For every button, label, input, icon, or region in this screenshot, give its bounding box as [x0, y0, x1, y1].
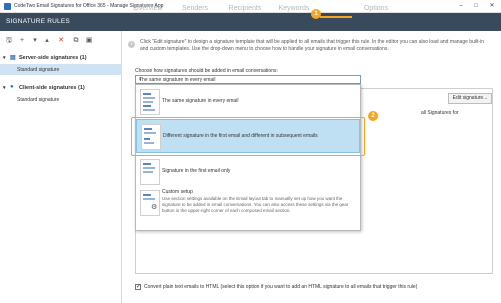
step-badge-1: 1 — [311, 9, 321, 19]
rule-item-client-standard[interactable]: Standard signature — [0, 94, 122, 105]
tab-recipients[interactable]: Recipients — [220, 0, 270, 18]
rule-label: Standard signature — [17, 67, 60, 73]
app-icon — [4, 3, 11, 10]
tab-senders[interactable]: Senders — [175, 0, 215, 18]
step-badge-2: 2 — [368, 111, 378, 121]
tab-keywords[interactable]: Keywords — [272, 0, 316, 18]
gear-icon: ⚙ — [151, 204, 158, 211]
collapse-arrow-icon: ▾ — [3, 55, 6, 61]
option-label: Signature in the first email only — [162, 168, 231, 174]
tab-overview[interactable]: Overview — [128, 0, 168, 18]
convert-plain-text-label: Convert plain text emails to HTML (selec… — [144, 284, 418, 290]
option-custom-setup[interactable]: ⚙ Custom setup Use section settings avai… — [136, 188, 360, 228]
tab-design[interactable]: Design — [320, 0, 352, 18]
conversation-select[interactable]: The same signature in every email ▾ — [135, 75, 361, 84]
option-description: Use section settings available on the Em… — [162, 196, 349, 213]
maximize-button[interactable]: □ — [471, 2, 481, 11]
group-label: Server-side signatures (1) — [19, 55, 87, 61]
layout-thumbnail-icon — [140, 89, 160, 115]
conversation-label: Choose how signatures should be added in… — [135, 68, 278, 74]
copy-icon[interactable]: ⧉ — [72, 37, 80, 44]
sidebar-header: SIGNATURE RULES — [0, 13, 122, 31]
view-icon[interactable]: ▣ — [85, 37, 93, 44]
collapse-arrow-icon: ▾ — [3, 85, 6, 91]
move-up-icon[interactable]: ▴ — [43, 37, 51, 44]
option-same-signature[interactable]: The same signature in every email — [136, 86, 360, 116]
chevron-down-icon: ▾ — [139, 77, 142, 83]
rule-item-server-standard[interactable]: Standard signature — [0, 64, 122, 75]
info-icon: i — [128, 41, 135, 48]
add-icon[interactable]: + — [18, 37, 26, 44]
close-button[interactable]: ✕ — [487, 2, 497, 11]
move-down-icon[interactable]: ▾ — [31, 37, 39, 44]
convert-plain-text-checkbox[interactable] — [135, 283, 141, 290]
minimize-button[interactable]: – — [456, 2, 466, 11]
option-label: Custom setup — [162, 189, 193, 195]
layout-thumbnail-icon: ⚙ — [140, 190, 160, 216]
highlight-box — [131, 117, 365, 156]
save-icon[interactable]: 🖫 — [5, 37, 13, 44]
delete-icon[interactable]: ✕ — [57, 37, 65, 44]
tab-options[interactable]: Options — [356, 0, 396, 18]
group-label: Client-side signatures (1) — [19, 85, 85, 91]
preview-partial-text: all Signatures for — [421, 110, 459, 116]
rule-label: Standard signature — [17, 97, 60, 103]
option-label: The same signature in every email — [162, 98, 239, 104]
server-icon: ▤ — [10, 55, 16, 61]
layout-thumbnail-icon — [140, 159, 160, 185]
group-client-side[interactable]: ▾ ● Client-side signatures (1) — [2, 83, 120, 94]
edit-signature-button[interactable]: Edit signature... — [448, 93, 492, 104]
sidebar-title: SIGNATURE RULES — [6, 18, 70, 25]
user-icon: ● — [10, 84, 14, 90]
group-server-side[interactable]: ▾ ▤ Server-side signatures (1) — [2, 53, 120, 64]
option-first-email-only[interactable]: Signature in the first email only — [136, 156, 360, 186]
sidebar-toolbar: 🖫 + ▾ ▴ ✕ ⧉ ▣ — [0, 31, 122, 49]
info-text: Click "Edit signature" to design a signa… — [140, 39, 485, 52]
